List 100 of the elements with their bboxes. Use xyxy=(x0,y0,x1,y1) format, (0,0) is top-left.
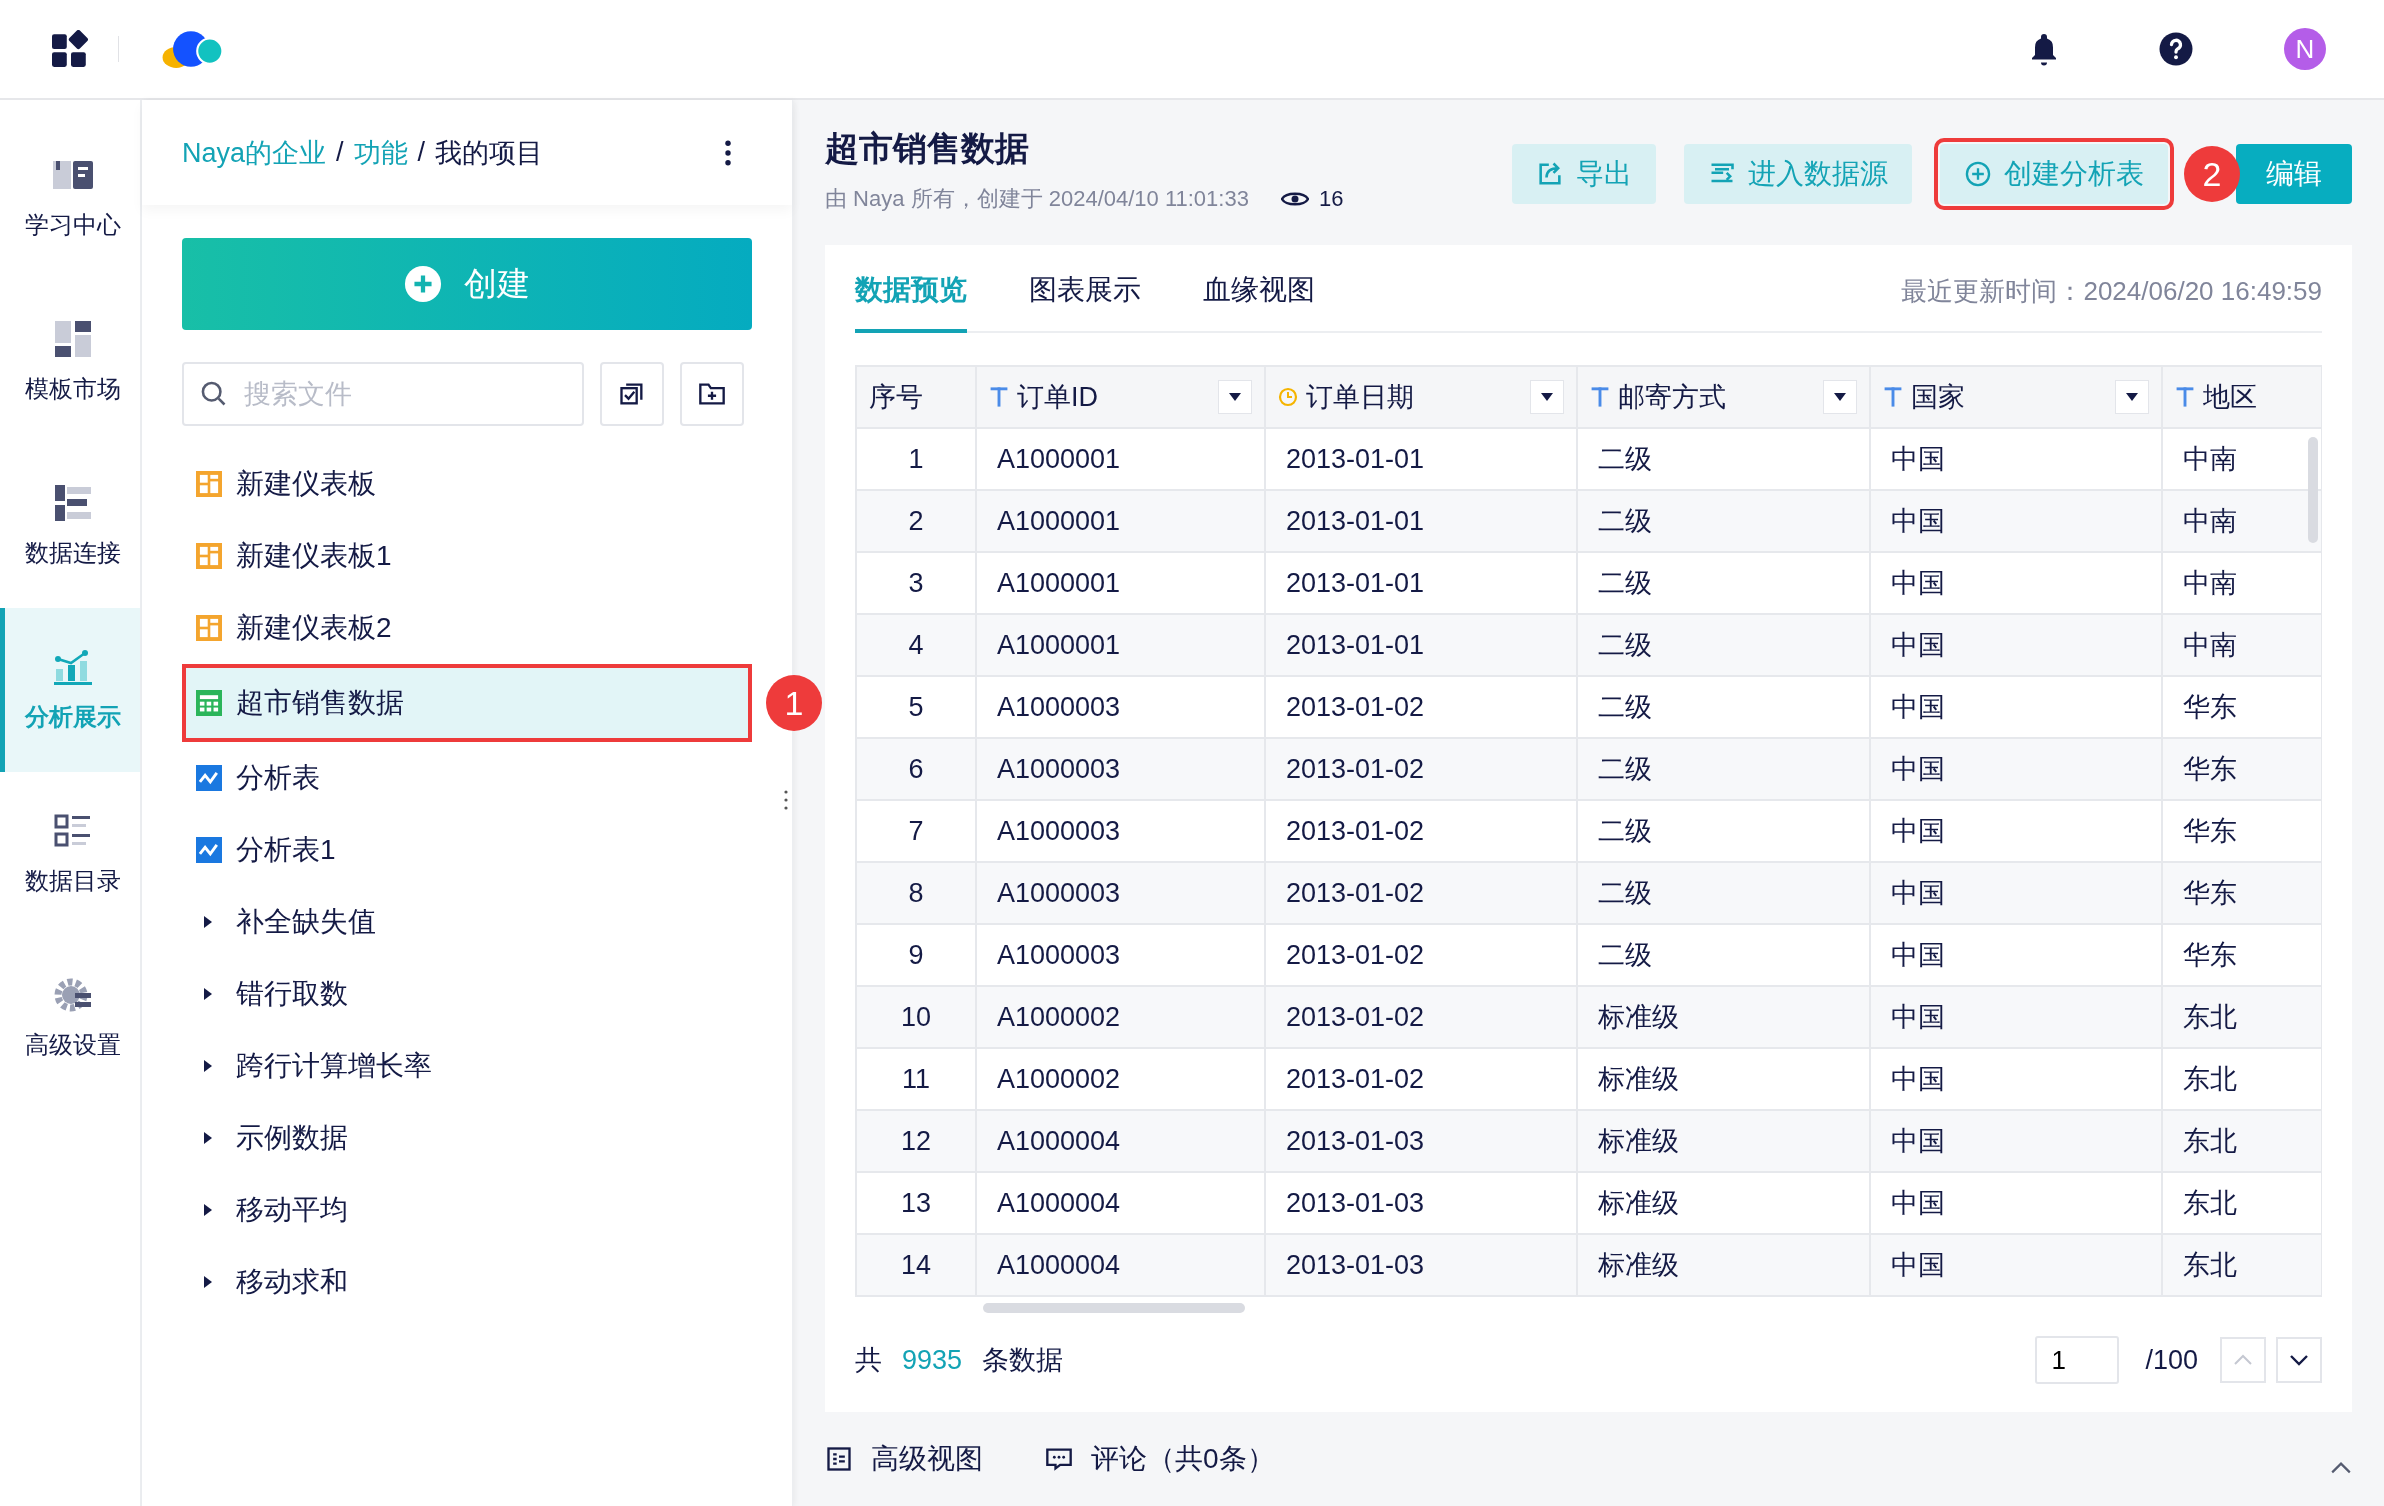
table-cell: A1000003 xyxy=(976,862,1265,924)
file-name: 移动平均 xyxy=(236,1193,348,1227)
file-name: 跨行计算增长率 xyxy=(236,1049,432,1083)
table-cell: 4 xyxy=(856,614,976,676)
column-menu-button[interactable] xyxy=(1218,380,1252,414)
table-cell: 标准级 xyxy=(1577,1234,1870,1296)
caret-icon[interactable] xyxy=(202,986,214,1002)
dashboard-icon xyxy=(196,615,222,641)
file-tree-item[interactable]: 跨行计算增长率 xyxy=(182,1030,752,1102)
collapse-icon[interactable] xyxy=(2330,1461,2352,1475)
table-cell: A1000003 xyxy=(976,738,1265,800)
plus-circle-icon xyxy=(1964,160,1992,188)
caret-icon xyxy=(1541,393,1553,401)
column-header[interactable]: 国家 xyxy=(1870,366,2162,428)
file-name: 新建仪表板 xyxy=(236,467,376,501)
user-avatar[interactable]: N xyxy=(2284,28,2326,70)
help-icon[interactable] xyxy=(2158,31,2194,67)
table-cell: 中国 xyxy=(1870,614,2162,676)
eye-icon xyxy=(1280,190,1309,208)
table-cell: 6 xyxy=(856,738,976,800)
file-tree-item[interactable]: 分析表1 xyxy=(182,814,752,886)
scrollbar-thumb[interactable] xyxy=(983,1303,1245,1313)
footer-link[interactable]: 高级视图 xyxy=(825,1440,983,1478)
file-tree-item[interactable]: 新建仪表板 xyxy=(182,448,752,520)
chart-icon xyxy=(52,647,93,687)
table-cell: A1000004 xyxy=(976,1110,1265,1172)
file-tree-item[interactable]: 新建仪表板1 xyxy=(182,520,752,592)
table-cell: 10 xyxy=(856,986,976,1048)
nav-label: 数据目录 xyxy=(24,866,121,896)
multi-select-button[interactable] xyxy=(600,362,664,426)
caret-icon xyxy=(2126,393,2138,401)
table-cell: 2013-01-02 xyxy=(1265,738,1577,800)
table-cell: 中国 xyxy=(1870,1110,2162,1172)
column-menu-button[interactable] xyxy=(1530,380,1564,414)
table-cell: 东北 xyxy=(2162,986,2322,1048)
file-tree-item[interactable]: 错行取数 xyxy=(182,958,752,1030)
caret-icon[interactable] xyxy=(202,1058,214,1074)
caret-icon[interactable] xyxy=(202,1202,214,1218)
file-tree-item[interactable]: 移动平均 xyxy=(182,1174,752,1246)
file-tree-item[interactable]: 补全缺失值 xyxy=(182,886,752,958)
column-header[interactable]: 序号 xyxy=(856,366,976,428)
new-folder-button[interactable] xyxy=(680,362,744,426)
scrollbar-thumb[interactable] xyxy=(2308,437,2318,543)
column-menu-button[interactable] xyxy=(2115,380,2149,414)
resize-handle-icon[interactable] xyxy=(784,790,788,810)
connection-icon xyxy=(52,483,93,523)
table-cell: 中国 xyxy=(1870,986,2162,1048)
table-cell: 2013-01-01 xyxy=(1265,614,1577,676)
column-header[interactable]: 订单ID xyxy=(976,366,1265,428)
nav-label: 模板市场 xyxy=(24,374,121,404)
table-cell: 2013-01-01 xyxy=(1265,490,1577,552)
table-cell: 中南 xyxy=(2162,614,2322,676)
file-name: 超市销售数据 xyxy=(236,686,404,720)
line-chart-icon xyxy=(196,765,222,791)
file-name: 移动求和 xyxy=(236,1265,348,1299)
tab[interactable]: 图表展示 xyxy=(1029,271,1141,333)
nav-item[interactable]: 数据目录 xyxy=(0,772,140,936)
column-header[interactable]: 邮寄方式 xyxy=(1577,366,1870,428)
nav-item[interactable]: 学习中心 xyxy=(0,116,140,280)
table-cell: 东北 xyxy=(2162,1234,2322,1296)
breadcrumb-separator: / xyxy=(417,137,426,168)
more-icon[interactable] xyxy=(724,139,732,166)
table-cell: 华东 xyxy=(2162,862,2322,924)
apps-icon[interactable] xyxy=(52,30,90,68)
column-menu-button[interactable] xyxy=(1823,380,1857,414)
file-name: 分析表1 xyxy=(236,833,336,867)
page-input[interactable]: 1 xyxy=(2035,1336,2120,1384)
logo-icon xyxy=(161,28,225,70)
column-header[interactable]: 订单日期 xyxy=(1265,366,1577,428)
table-icon xyxy=(196,690,222,716)
table-cell: 二级 xyxy=(1577,490,1870,552)
search-field[interactable]: 搜索文件 xyxy=(182,362,584,426)
total-suffix: 条数据 xyxy=(982,1344,1064,1377)
file-name: 示例数据 xyxy=(236,1121,348,1155)
caret-icon[interactable] xyxy=(202,1274,214,1290)
nav-item[interactable]: 模板市场 xyxy=(0,280,140,444)
caret-icon[interactable] xyxy=(202,1130,214,1146)
total-prefix: 共 xyxy=(855,1344,882,1377)
chevron-up-icon xyxy=(2233,1354,2253,1366)
table-cell: A1000001 xyxy=(976,614,1265,676)
file-tree-item[interactable]: 示例数据 xyxy=(182,1102,752,1174)
file-tree-item[interactable]: 新建仪表板2 xyxy=(182,592,752,664)
view-icon xyxy=(825,1445,853,1473)
table-cell: 12 xyxy=(856,1110,976,1172)
file-tree-item[interactable]: 移动求和 xyxy=(182,1246,752,1318)
breadcrumb-separator: / xyxy=(336,137,344,168)
nav-item[interactable]: 数据连接 xyxy=(0,444,140,608)
caret-icon[interactable] xyxy=(202,914,214,930)
file-tree-item[interactable]: 分析表 xyxy=(182,742,752,814)
table-cell: 中国 xyxy=(1870,490,2162,552)
tab[interactable]: 血缘视图 xyxy=(1203,271,1315,333)
page-count: /100 xyxy=(2145,1344,2198,1376)
table-cell: 2 xyxy=(856,490,976,552)
footer-link[interactable]: 评论（共0条） xyxy=(1045,1440,1275,1478)
table-cell: 2013-01-02 xyxy=(1265,986,1577,1048)
dataset-meta: 由 Naya 所有，创建于 2024/04/10 11:01:33 xyxy=(825,185,1249,213)
column-header[interactable]: 地区 xyxy=(2162,366,2322,428)
next-page-button[interactable] xyxy=(2276,1337,2322,1383)
caret-icon xyxy=(1834,393,1846,401)
nav-item[interactable]: 高级设置 xyxy=(0,936,140,1100)
